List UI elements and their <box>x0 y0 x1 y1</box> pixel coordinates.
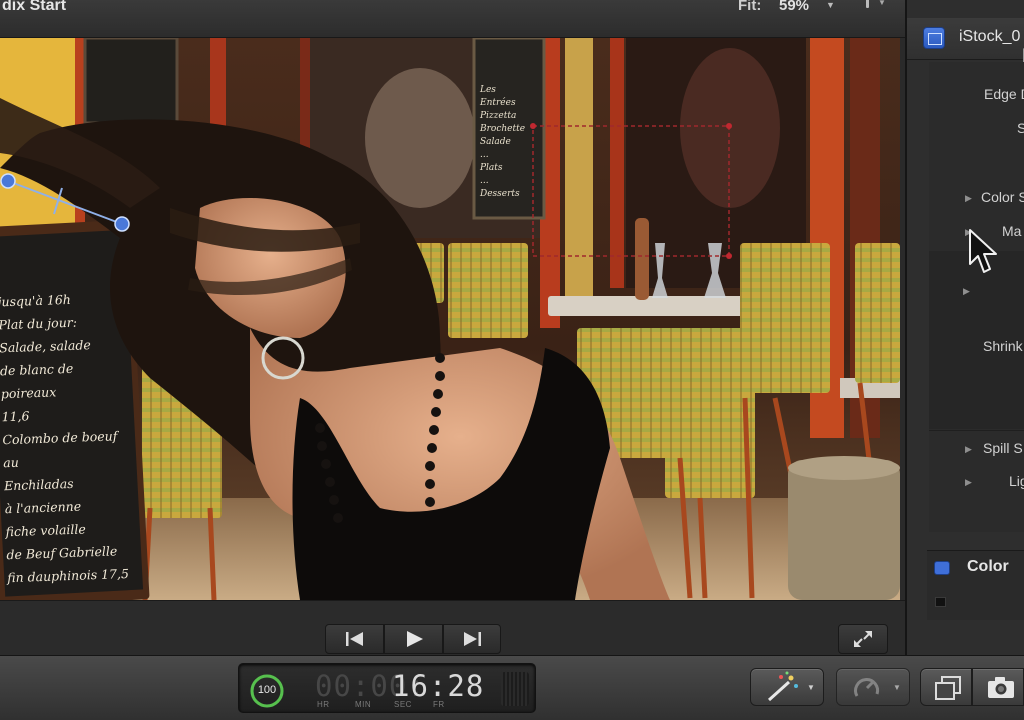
inspector-panel: iStock_0 Edge D Sp ▶ Color S ▶ Ma ▶ Shri… <box>905 0 1024 655</box>
clip-icon <box>923 27 945 49</box>
spill-level-param[interactable]: Sp <box>929 120 1024 150</box>
group-label: Lig <box>1009 473 1024 489</box>
bottom-toolbar: 100 00:00: 16:28 HR MIN SEC FR ▼ ▼ <box>0 655 1024 720</box>
play-button[interactable] <box>384 624 443 654</box>
switch-icon <box>866 0 869 8</box>
retime-icon <box>854 678 880 697</box>
viewer: dix Start Fit: 59% ▼ ▼ jusqu'à 16h Plat … <box>0 0 905 655</box>
photos-browser-button[interactable] <box>972 668 1024 706</box>
timecode-display[interactable]: 100 00:00: 16:28 HR MIN SEC FR <box>238 663 536 713</box>
collapsed-group[interactable]: ▶ <box>929 282 1024 312</box>
play-icon <box>406 631 423 647</box>
color-section-title: Color <box>967 558 1009 575</box>
group-label: Color S <box>981 189 1024 205</box>
effects-browser-button[interactable] <box>920 668 972 706</box>
go-to-start-icon <box>345 632 363 646</box>
chevron-down-icon: ▼ <box>807 683 815 692</box>
menu-board-text: Les Entrées Pizzetta Brochette Salade ..… <box>480 85 526 199</box>
edge-distance-param[interactable]: Edge D <box>929 86 1024 116</box>
param-label: Sp <box>1017 120 1024 136</box>
color-selection-group[interactable]: ▶ Color S <box>929 189 1024 219</box>
timecode-unit: FR <box>433 700 445 709</box>
go-to-end-icon <box>464 632 481 646</box>
fit-label: Fit: <box>738 0 762 14</box>
mouse-cursor-icon <box>969 229 997 273</box>
clip-title: dix Start <box>2 0 67 14</box>
inspector-title: iStock_0 <box>959 28 1021 45</box>
progress-percent: 100 <box>257 684 277 696</box>
camera-icon <box>988 677 1014 698</box>
group-label: Ma <box>1002 223 1022 239</box>
color-section[interactable]: Color <box>927 550 1024 620</box>
light-wrap-group[interactable]: ▶ Lig <box>929 473 1024 503</box>
retime-button[interactable]: ▼ <box>836 668 910 706</box>
inspector-body: Edge D Sp ▶ Color S ▶ Ma ▶ Shrink ▶ Spil… <box>929 62 1024 532</box>
chevron-down-icon: ▼ <box>878 0 886 7</box>
view-options-button[interactable]: ▼ <box>852 0 886 16</box>
disclosure-triangle-icon[interactable]: ▶ <box>965 193 972 204</box>
fullscreen-button[interactable] <box>838 624 888 654</box>
color-board-icon <box>934 561 950 575</box>
timecode-unit: MIN <box>355 700 372 709</box>
shrink-expand-param[interactable]: Shrink <box>929 338 1024 368</box>
color-checkbox[interactable] <box>935 597 946 607</box>
timecode-grille <box>501 672 529 706</box>
transport-controls <box>0 600 905 655</box>
video-frame[interactable]: jusqu'à 16h Plat du jour: Salade, salade… <box>0 38 900 600</box>
timecode-unit: HR <box>317 700 330 709</box>
fullscreen-icon <box>854 631 872 647</box>
disclosure-triangle-icon[interactable]: ▶ <box>965 477 972 488</box>
go-to-start-button[interactable] <box>325 624 384 654</box>
timecode-value: 16:28 <box>392 669 485 703</box>
chevron-down-icon[interactable]: ▼ <box>826 0 835 10</box>
effects-browser-icon <box>935 676 961 700</box>
go-to-end-button[interactable] <box>443 624 501 654</box>
viewer-header: dix Start Fit: 59% ▼ ▼ <box>0 0 905 38</box>
param-label: Edge D <box>984 86 1024 102</box>
zoom-fit-dropdown[interactable]: 59% <box>779 0 809 14</box>
magic-wand-icon <box>767 671 798 702</box>
disclosure-triangle-icon[interactable]: ▶ <box>965 444 972 455</box>
timecode-unit: SEC <box>394 700 412 709</box>
spill-suppression-group[interactable]: ▶ Spill S <box>929 440 1024 470</box>
chevron-down-icon: ▼ <box>893 683 901 692</box>
chalkboard-text: jusqu'à 16h Plat du jour: Salade, salade… <box>0 291 130 600</box>
inspector-header: iStock_0 <box>907 18 1024 60</box>
disclosure-triangle-icon[interactable]: ▶ <box>963 286 970 297</box>
enhancements-button[interactable]: ▼ <box>750 668 824 706</box>
param-label: Shrink <box>983 338 1023 354</box>
group-label: Spill S <box>983 440 1023 456</box>
